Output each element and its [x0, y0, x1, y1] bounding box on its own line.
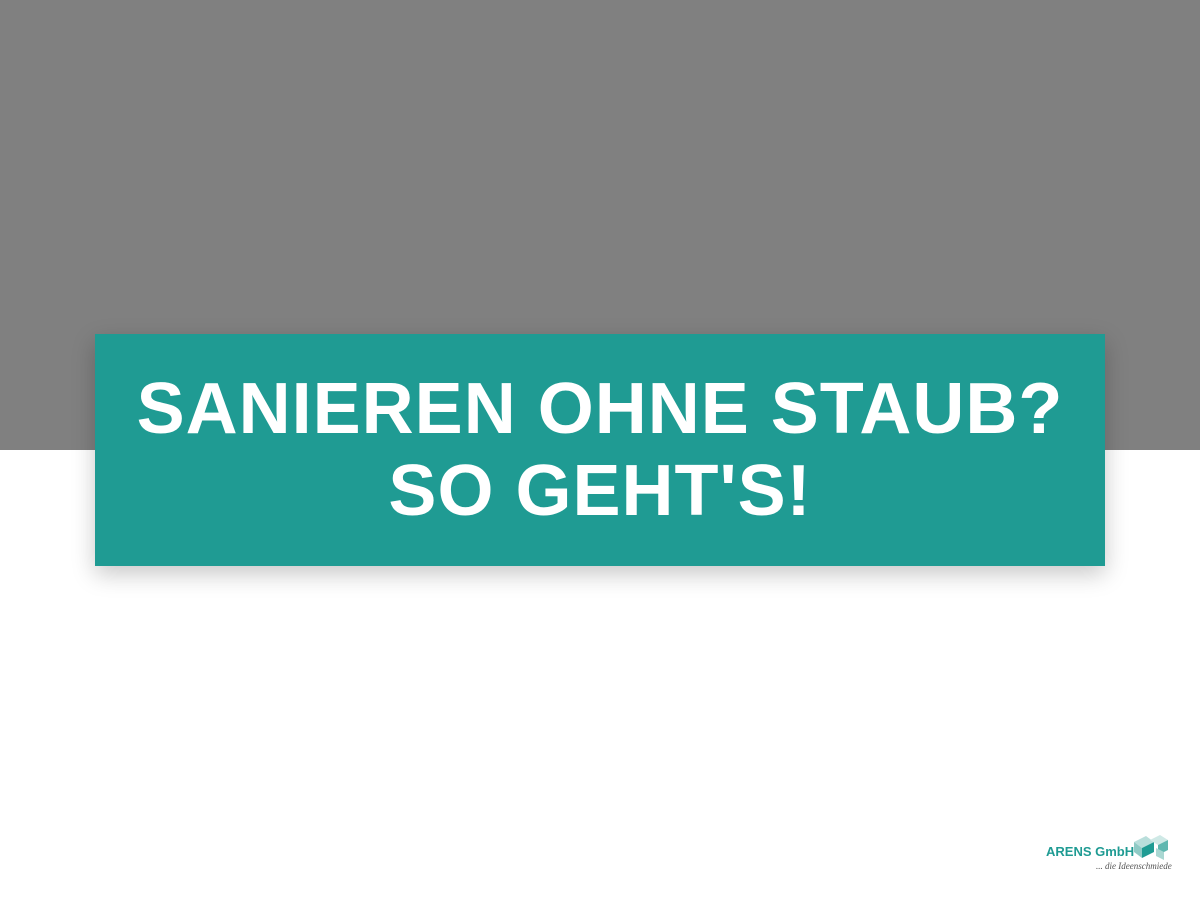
company-logo: ARENS GmbH ... die Ideenschmiede	[1046, 834, 1174, 874]
headline-banner: SANIEREN OHNE STAUB? SO GEHT'S!	[95, 334, 1105, 566]
logo-company-name: ARENS GmbH	[1046, 844, 1135, 859]
headline-line-2: SO GEHT'S!	[388, 451, 812, 531]
logo-tagline: ... die Ideenschmiede	[1096, 861, 1172, 871]
logo-cube-icon	[1134, 835, 1168, 860]
headline-line-1: SANIEREN OHNE STAUB?	[136, 369, 1064, 449]
